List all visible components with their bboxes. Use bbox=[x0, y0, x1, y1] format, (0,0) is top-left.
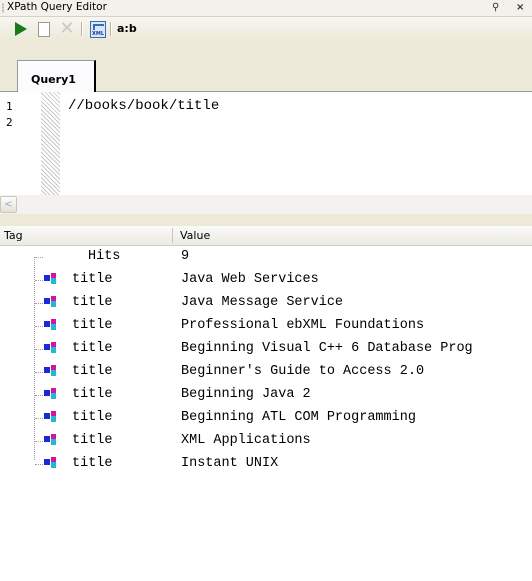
column-divider[interactable] bbox=[172, 228, 173, 243]
toolbar: ✕ XML a:b bbox=[0, 17, 532, 57]
table-row[interactable]: title Java Web Services bbox=[0, 269, 532, 292]
toolbar-separator bbox=[81, 22, 83, 36]
grid-header: Tag Value bbox=[0, 226, 532, 246]
row-tag: title bbox=[72, 456, 113, 471]
play-icon bbox=[15, 22, 27, 36]
tree-connector bbox=[35, 441, 43, 442]
tree-connector bbox=[35, 372, 43, 373]
column-header-tag[interactable]: Tag bbox=[4, 229, 23, 242]
tree-connector bbox=[35, 349, 43, 350]
panel-title: XPath Query Editor bbox=[7, 1, 107, 13]
row-tag: title bbox=[72, 272, 113, 287]
delete-icon: ✕ bbox=[59, 18, 75, 39]
run-query-button[interactable] bbox=[12, 20, 30, 38]
column-header-value[interactable]: Value bbox=[180, 229, 210, 242]
line-number: 1 bbox=[6, 100, 13, 113]
row-value: Professional ebXML Foundations bbox=[181, 318, 425, 333]
tree-connector bbox=[35, 395, 43, 396]
row-value: Beginning Java 2 bbox=[181, 387, 311, 402]
row-value: XML Applications bbox=[181, 433, 311, 448]
table-row[interactable]: title Beginning Visual C++ 6 Database Pr… bbox=[0, 338, 532, 361]
toolbar-row: ✕ XML a:b bbox=[0, 17, 532, 41]
grip-icon[interactable] bbox=[2, 3, 4, 13]
tab-query1[interactable]: Query1 bbox=[17, 60, 96, 92]
element-node-icon bbox=[44, 388, 64, 402]
close-icon[interactable]: × bbox=[516, 1, 524, 15]
tree-connector bbox=[35, 418, 43, 419]
table-row[interactable]: title Java Message Service bbox=[0, 292, 532, 315]
element-node-icon bbox=[44, 365, 64, 379]
element-node-icon bbox=[44, 434, 64, 448]
hits-label: Hits bbox=[88, 249, 121, 264]
xml-icon: XML bbox=[90, 21, 106, 38]
table-row-hits[interactable]: Hits 9 bbox=[0, 246, 532, 269]
scroll-left-arrow-icon[interactable]: < bbox=[0, 196, 17, 213]
horizontal-scrollbar[interactable]: < bbox=[0, 195, 532, 214]
row-value: Instant UNIX bbox=[181, 456, 279, 471]
code-line[interactable]: //books/book/title bbox=[68, 98, 219, 114]
hits-value: 9 bbox=[181, 249, 190, 264]
row-value: Beginning ATL COM Programming bbox=[181, 410, 416, 425]
element-node-icon bbox=[44, 411, 64, 425]
delete-query-button[interactable]: ✕ bbox=[58, 20, 76, 38]
row-tag: title bbox=[72, 410, 113, 425]
table-row[interactable]: title Professional ebXML Foundations bbox=[0, 315, 532, 338]
tab-label: Query1 bbox=[31, 73, 76, 86]
row-tag: title bbox=[72, 318, 113, 333]
query-editor[interactable]: 1 2 //books/book/title bbox=[0, 92, 532, 195]
line-number: 2 bbox=[6, 116, 13, 129]
row-value: Java Message Service bbox=[181, 295, 344, 310]
element-node-icon bbox=[44, 457, 64, 471]
toolbar-separator bbox=[110, 22, 112, 36]
table-row[interactable]: title Instant UNIX bbox=[0, 453, 532, 476]
table-row[interactable]: title Beginning Java 2 bbox=[0, 384, 532, 407]
xml-icon-text: XML bbox=[91, 31, 105, 37]
gutter-margin bbox=[41, 92, 60, 195]
element-node-icon bbox=[44, 273, 64, 287]
row-tag: title bbox=[72, 433, 113, 448]
table-row[interactable]: title Beginning ATL COM Programming bbox=[0, 407, 532, 430]
tree-connector bbox=[35, 326, 43, 327]
tree-connector bbox=[35, 280, 43, 281]
query-tab-strip: Query1 bbox=[0, 57, 532, 92]
new-document-icon bbox=[38, 22, 50, 37]
results-grid: Tag Value Hits 9 title Java Web Services… bbox=[0, 226, 532, 581]
tree-connector bbox=[35, 303, 43, 304]
row-tag: title bbox=[72, 295, 113, 310]
panel-title-bar[interactable]: XPath Query Editor ⚲ × bbox=[0, 0, 532, 17]
new-query-button[interactable] bbox=[35, 20, 53, 38]
row-value: Java Web Services bbox=[181, 272, 319, 287]
tree-connector bbox=[35, 464, 43, 465]
row-tag: title bbox=[72, 364, 113, 379]
table-row[interactable]: title XML Applications bbox=[0, 430, 532, 453]
element-node-icon bbox=[44, 319, 64, 333]
tree-connector bbox=[35, 257, 43, 258]
row-value: Beginning Visual C++ 6 Database Prog bbox=[181, 341, 473, 356]
row-value: Beginner's Guide to Access 2.0 bbox=[181, 364, 425, 379]
xml-source-button[interactable]: XML bbox=[88, 20, 106, 38]
line-number-gutter: 1 2 bbox=[0, 92, 60, 195]
table-row[interactable]: title Beginner's Guide to Access 2.0 bbox=[0, 361, 532, 384]
row-tag: title bbox=[72, 341, 113, 356]
element-node-icon bbox=[44, 296, 64, 310]
element-node-icon bbox=[44, 342, 64, 356]
row-tag: title bbox=[72, 387, 113, 402]
pane-splitter[interactable] bbox=[0, 214, 532, 226]
namespace-button[interactable]: a:b bbox=[117, 22, 137, 35]
pin-icon[interactable]: ⚲ bbox=[492, 1, 499, 15]
